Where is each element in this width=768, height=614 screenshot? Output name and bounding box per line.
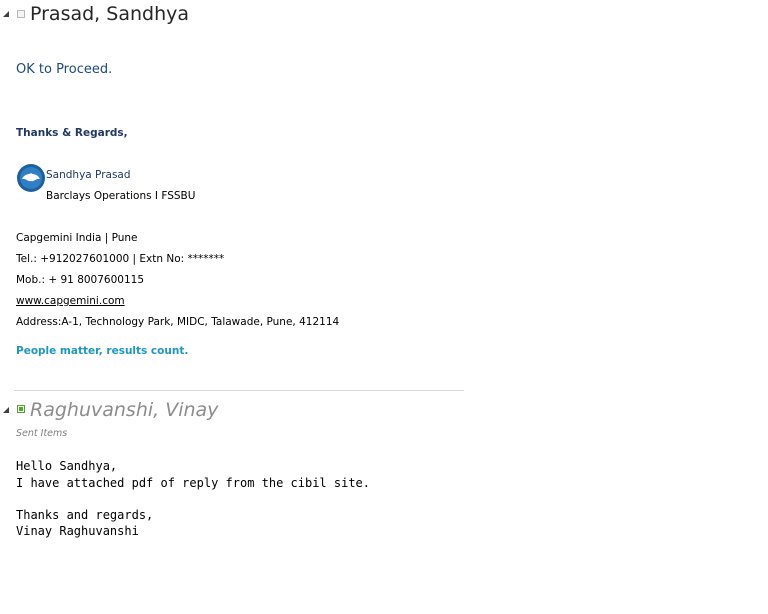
body-line: Vinay Raghuvanshi: [16, 524, 139, 538]
signature-department: Barclays Operations I FSSBU: [46, 190, 196, 202]
capgemini-logo-icon: [17, 164, 45, 192]
body-line: Hello Sandhya,: [16, 459, 118, 473]
body-line: I have attached pdf of reply from the ci…: [16, 476, 371, 490]
message-body: OK to Proceed.: [16, 62, 113, 77]
signature-address: Address:A-1, Technology Park, MIDC, Tala…: [16, 316, 340, 328]
signature-mobile: Mob.: + 91 8007600115: [16, 274, 144, 286]
signature-company: Capgemini India | Pune: [16, 232, 138, 244]
signature-tel: Tel.: +912027601000 | Extn No: *******: [16, 253, 225, 265]
body-line: Thanks and regards,: [16, 508, 154, 522]
signature-tagline: People matter, results count.: [16, 345, 189, 357]
message-divider: [14, 390, 464, 391]
signature-name: Sandhya Prasad: [46, 169, 131, 181]
sender-name[interactable]: Prasad, Sandhya: [30, 3, 189, 25]
collapse-arrow-icon[interactable]: [3, 407, 9, 413]
collapse-arrow-icon[interactable]: [3, 11, 9, 17]
signature-website-link[interactable]: www.capgemini.com: [16, 295, 125, 307]
message-read-icon: [17, 405, 25, 413]
signature-closing: Thanks & Regards,: [16, 127, 128, 139]
folder-label: Sent Items: [16, 428, 68, 439]
sender-name[interactable]: Raghuvanshi, Vinay: [30, 399, 218, 421]
message-status-icon: [17, 10, 25, 18]
